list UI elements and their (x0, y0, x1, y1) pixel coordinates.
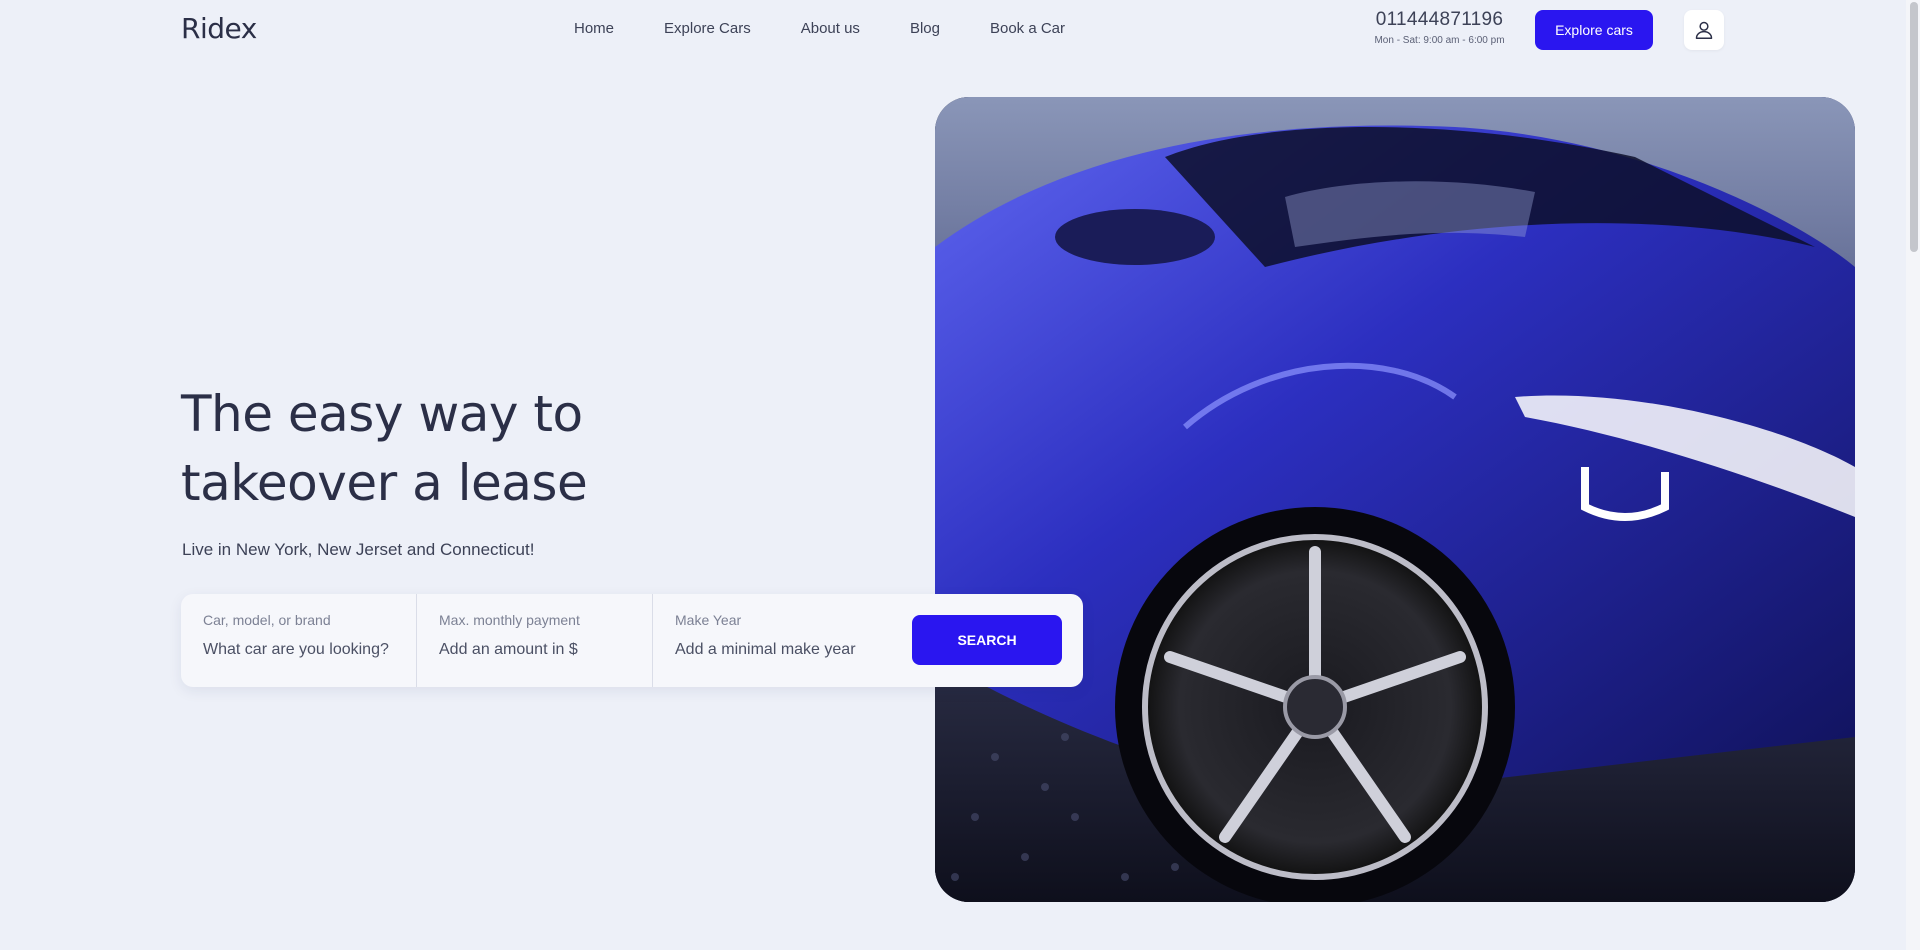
user-account-button[interactable] (1684, 10, 1724, 50)
nav-item-explore-cars[interactable]: Explore Cars (664, 20, 751, 37)
phone-number[interactable]: 011444871196 (1372, 9, 1507, 31)
nav-item-book-a-car[interactable]: Book a Car (990, 20, 1065, 37)
search-bar: Car, model, or brand Max. monthly paymen… (181, 594, 1083, 687)
search-field-payment: Max. monthly payment (417, 594, 653, 687)
search-button[interactable]: SEARCH (912, 615, 1062, 665)
scrollbar-thumb[interactable] (1910, 2, 1918, 252)
page-scrollbar[interactable] (1906, 0, 1920, 950)
car-illustration (935, 97, 1855, 902)
make-year-label: Make Year (675, 612, 742, 628)
monthly-payment-label: Max. monthly payment (439, 612, 580, 628)
car-model-label: Car, model, or brand (203, 612, 331, 628)
site-header: Ridex Home Explore Cars About us Blog Bo… (0, 0, 1906, 60)
nav-item-blog[interactable]: Blog (910, 20, 940, 37)
explore-cars-button[interactable]: Explore cars (1535, 10, 1653, 50)
hero-subtitle: Live in New York, New Jerset and Connect… (182, 540, 535, 559)
car-model-input[interactable] (203, 641, 403, 659)
brand-logo[interactable]: Ridex (181, 12, 257, 45)
make-year-input[interactable] (675, 641, 875, 659)
contact-info: 011444871196 Mon - Sat: 9:00 am - 6:00 p… (1372, 9, 1507, 46)
nav-item-about-us[interactable]: About us (801, 20, 860, 37)
hero-title: The easy way to takeover a lease (181, 380, 681, 518)
search-field-car: Car, model, or brand (181, 594, 417, 687)
opening-hours: Mon - Sat: 9:00 am - 6:00 pm (1374, 35, 1505, 46)
nav-item-home[interactable]: Home (574, 20, 614, 37)
hero-car-image (935, 97, 1855, 902)
user-icon (1695, 21, 1713, 39)
monthly-payment-input[interactable] (439, 641, 639, 659)
search-field-year: Make Year (653, 594, 903, 687)
hero-title-line-1: The easy way to (181, 385, 583, 443)
hero-title-line-2: takeover a lease (181, 454, 588, 512)
main-nav: Home Explore Cars About us Blog Book a C… (574, 20, 1115, 37)
